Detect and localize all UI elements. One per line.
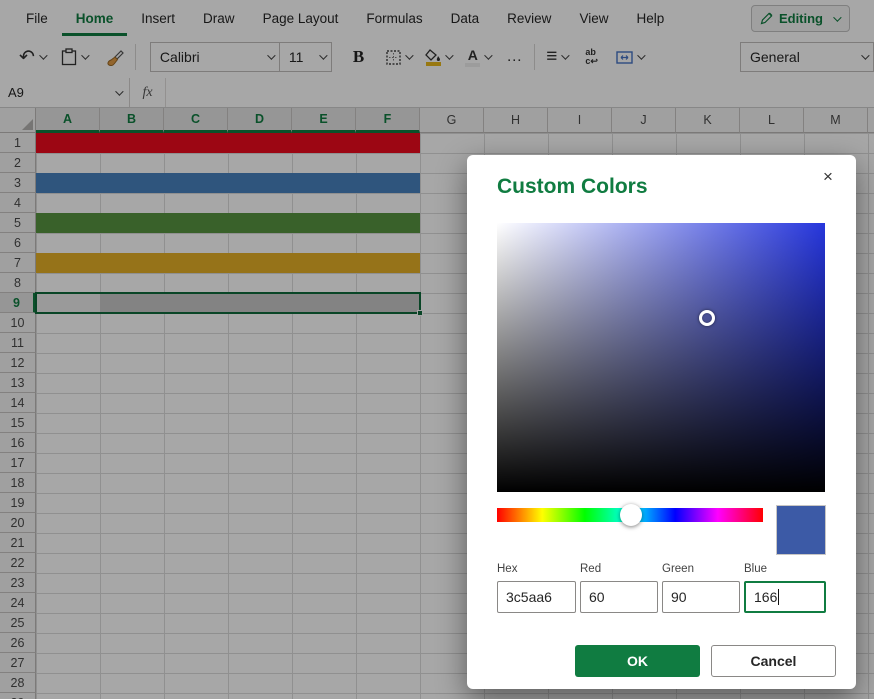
ok-button[interactable]: OK [575,645,700,677]
color-preview-swatch [776,505,826,555]
hex-field-group: Hex 3c5aa6 [497,563,576,613]
blue-field-group: Blue 166 [744,563,826,613]
red-input[interactable]: 60 [580,581,658,613]
text-caret [778,589,779,605]
hex-input[interactable]: 3c5aa6 [497,581,576,613]
dialog-title: Custom Colors [497,175,648,199]
color-picker-cursor[interactable] [699,310,715,326]
custom-colors-dialog: Custom Colors × Hex 3c5aa6 Red 60 Green … [467,155,856,689]
red-field-group: Red 60 [580,563,658,613]
hue-slider-thumb[interactable] [620,504,642,526]
green-label: Green [662,563,740,575]
red-label: Red [580,563,658,575]
close-icon[interactable]: × [816,165,840,189]
green-field-group: Green 90 [662,563,740,613]
cancel-button[interactable]: Cancel [711,645,836,677]
blue-label: Blue [744,563,826,575]
green-input[interactable]: 90 [662,581,740,613]
blue-input[interactable]: 166 [744,581,826,613]
saturation-value-picker[interactable] [497,223,825,492]
excel-app: File Home Insert Draw Page Layout Formul… [0,0,874,699]
hex-label: Hex [497,563,576,575]
